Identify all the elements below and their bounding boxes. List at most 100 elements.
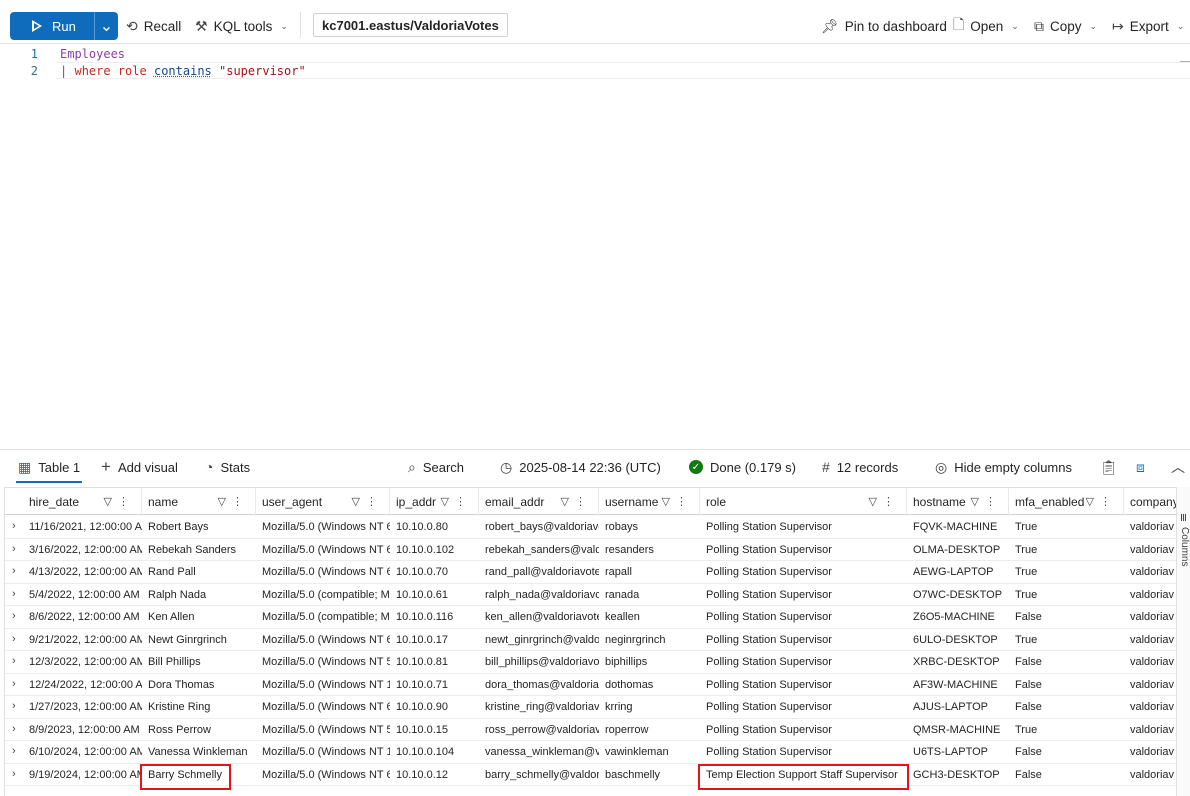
table-row[interactable]: › 11/16/2021, 12:00:00 AM Robert Bays Mozil… xyxy=(5,516,1176,539)
cell-email-addr[interactable]: rebekah_sanders@valdo xyxy=(479,539,599,561)
cell-role[interactable]: Polling Station Supervisor xyxy=(700,539,907,561)
cell-user-agent[interactable]: Mozilla/5.0 (Windows NT 6 xyxy=(256,696,390,718)
cell-name[interactable]: Rebekah Sanders xyxy=(142,539,256,561)
column-header-mfa-enabled[interactable]: mfa_enabled ▽⋮ xyxy=(1009,488,1124,516)
cell-name[interactable]: Ken Allen xyxy=(142,606,256,628)
editor-line-2[interactable]: 2 | where role contains "supervisor" xyxy=(0,62,306,79)
open-button[interactable]: 🗋 Open ⌄ xyxy=(953,16,1019,36)
filter-menu-icon[interactable]: ▽⋮ xyxy=(218,495,249,508)
export-button[interactable]: ↦ Export ⌄ xyxy=(1112,16,1184,36)
cell-email-addr[interactable]: ross_perrow@valdoriave xyxy=(479,719,599,741)
cell-hire-date[interactable]: 3/16/2022, 12:00:00 AM xyxy=(23,539,142,561)
cell-ip-addr[interactable]: 10.10.0.17 xyxy=(390,629,479,651)
cell-username[interactable]: baschmelly xyxy=(599,764,700,786)
cell-ip-addr[interactable]: 10.10.0.15 xyxy=(390,719,479,741)
cell-company[interactable]: valdoriav xyxy=(1124,674,1176,696)
copy-button[interactable]: ⧉ Copy ⌄ xyxy=(1034,16,1097,36)
column-header-hire-date[interactable]: hire_date ▽⋮ xyxy=(23,488,142,516)
cell-user-agent[interactable]: Mozilla/5.0 (Windows NT 6 xyxy=(256,561,390,583)
cell-role[interactable]: Polling Station Supervisor xyxy=(700,719,907,741)
cell-hire-date[interactable]: 9/19/2024, 12:00:00 AM xyxy=(23,764,142,786)
cell-email-addr[interactable]: dora_thomas@valdoriav xyxy=(479,674,599,696)
cell-ip-addr[interactable]: 10.10.0.81 xyxy=(390,651,479,673)
add-visual-button[interactable]: + Add visual xyxy=(101,457,178,476)
column-header-name[interactable]: name ▽⋮ xyxy=(142,488,256,516)
cell-email-addr[interactable]: vanessa_winkleman@va xyxy=(479,741,599,763)
filter-menu-icon[interactable]: ▽⋮ xyxy=(352,495,383,508)
table-row[interactable]: › 1/27/2023, 12:00:00 AM Kristine Ring Mozi… xyxy=(5,696,1176,719)
cell-user-agent[interactable]: Mozilla/5.0 (Windows NT 6 xyxy=(256,516,390,538)
expand-row-icon[interactable]: › xyxy=(12,678,16,690)
cell-ip-addr[interactable]: 10.10.0.70 xyxy=(390,561,479,583)
cell-name[interactable]: Kristine Ring xyxy=(142,696,256,718)
recall-button[interactable]: ⟲ Recall xyxy=(126,16,181,36)
cell-hire-date[interactable]: 8/6/2022, 12:00:00 AM xyxy=(23,606,142,628)
cell-mfa-enabled[interactable]: False xyxy=(1009,764,1124,786)
cell-username[interactable]: dothomas xyxy=(599,674,700,696)
query-editor[interactable]: 1 Employees 2 | where role contains "sup… xyxy=(0,45,1190,445)
cell-user-agent[interactable]: Mozilla/5.0 (Windows NT 6 xyxy=(256,629,390,651)
columns-side-panel[interactable]: Ⅲ Columns xyxy=(1176,487,1190,796)
column-header-hostname[interactable]: hostname ▽⋮ xyxy=(907,488,1009,516)
cell-company[interactable]: valdoriav xyxy=(1124,741,1176,763)
cell-mfa-enabled[interactable]: True xyxy=(1009,584,1124,606)
cell-name[interactable]: Newt Ginrgrinch xyxy=(142,629,256,651)
cell-company[interactable]: valdoriav xyxy=(1124,651,1176,673)
cell-hire-date[interactable]: 1/27/2023, 12:00:00 AM xyxy=(23,696,142,718)
cell-hostname[interactable]: AF3W-MACHINE xyxy=(907,674,1009,696)
cell-hostname[interactable]: 6ULO-DESKTOP xyxy=(907,629,1009,651)
cell-company[interactable]: valdoriav xyxy=(1124,516,1176,538)
table-row[interactable]: › 12/3/2022, 12:00:00 AM Bill Phillips Mozi… xyxy=(5,651,1176,674)
cell-email-addr[interactable]: bill_phillips@valdoriavo xyxy=(479,651,599,673)
table-row[interactable]: › 5/4/2022, 12:00:00 AM Ralph Nada Mozilla/… xyxy=(5,584,1176,606)
filter-menu-icon[interactable]: ▽⋮ xyxy=(662,495,693,508)
cell-username[interactable]: keallen xyxy=(599,606,700,628)
cell-email-addr[interactable]: rand_pall@valdoriavote xyxy=(479,561,599,583)
column-header-role[interactable]: role ▽⋮ xyxy=(700,488,907,516)
cell-role[interactable]: Polling Station Supervisor xyxy=(700,674,907,696)
filter-menu-icon[interactable]: ▽⋮ xyxy=(441,495,472,508)
cell-email-addr[interactable]: kristine_ring@valdoriav xyxy=(479,696,599,718)
filter-menu-icon[interactable]: ▽⋮ xyxy=(971,495,1002,508)
cell-username[interactable]: rapall xyxy=(599,561,700,583)
pin-to-dashboard-button[interactable]: 📌︎ Pin to dashboard xyxy=(821,16,947,36)
cell-ip-addr[interactable]: 10.10.0.90 xyxy=(390,696,479,718)
table-row[interactable]: › 12/24/2022, 12:00:00 A Dora Thomas Mozill… xyxy=(5,674,1176,696)
column-header-company[interactable]: company xyxy=(1124,488,1176,516)
cell-hostname[interactable]: Z6O5-MACHINE xyxy=(907,606,1009,628)
tab-table-1[interactable]: ▦ Table 1 xyxy=(18,458,80,476)
expand-row-icon[interactable]: › xyxy=(12,543,16,555)
cell-hostname[interactable]: XRBC-DESKTOP xyxy=(907,651,1009,673)
editor-line-1[interactable]: 1 Employees xyxy=(0,45,125,62)
cell-mfa-enabled[interactable]: False xyxy=(1009,674,1124,696)
cell-hostname[interactable]: FQVK-MACHINE xyxy=(907,516,1009,538)
search-button[interactable]: ⌕ Search xyxy=(408,458,464,476)
cell-hostname[interactable]: AEWG-LAPTOP xyxy=(907,561,1009,583)
cell-name[interactable]: Vanessa Winkleman xyxy=(142,741,256,763)
cell-hire-date[interactable]: 6/10/2024, 12:00:00 AM xyxy=(23,741,142,763)
run-button[interactable]: Run ⌄ xyxy=(10,12,118,40)
database-selector[interactable]: kc7001.eastus/ValdoriaVotes xyxy=(313,13,508,37)
cell-username[interactable]: neginrgrinch xyxy=(599,629,700,651)
cell-name[interactable]: Ralph Nada xyxy=(142,584,256,606)
cell-name[interactable]: Robert Bays xyxy=(142,516,256,538)
cell-hostname[interactable]: O7WC-DESKTOP xyxy=(907,584,1009,606)
cell-company[interactable]: valdoriav xyxy=(1124,719,1176,741)
cell-hire-date[interactable]: 8/9/2023, 12:00:00 AM xyxy=(23,719,142,741)
cell-hostname[interactable]: GCH3-DESKTOP xyxy=(907,764,1009,786)
table-row[interactable]: › 8/6/2022, 12:00:00 AM Ken Allen Mozilla/5… xyxy=(5,606,1176,629)
filter-menu-icon[interactable]: ▽⋮ xyxy=(104,495,135,508)
cell-user-agent[interactable]: Mozilla/5.0 (compatible; M xyxy=(256,584,390,606)
cell-mfa-enabled[interactable]: False xyxy=(1009,651,1124,673)
cell-hostname[interactable]: AJUS-LAPTOP xyxy=(907,696,1009,718)
cell-ip-addr[interactable]: 10.10.0.116 xyxy=(390,606,479,628)
cell-role[interactable]: Polling Station Supervisor xyxy=(700,696,907,718)
cell-company[interactable]: valdoriav xyxy=(1124,606,1176,628)
cell-username[interactable]: vawinkleman xyxy=(599,741,700,763)
cell-hire-date[interactable]: 12/24/2022, 12:00:00 A xyxy=(23,674,142,696)
expand-row-icon[interactable]: › xyxy=(12,610,16,622)
expand-row-icon[interactable]: › xyxy=(12,633,16,645)
cell-name[interactable]: Dora Thomas xyxy=(142,674,256,696)
cell-username[interactable]: biphillips xyxy=(599,651,700,673)
cell-company[interactable]: valdoriav xyxy=(1124,629,1176,651)
